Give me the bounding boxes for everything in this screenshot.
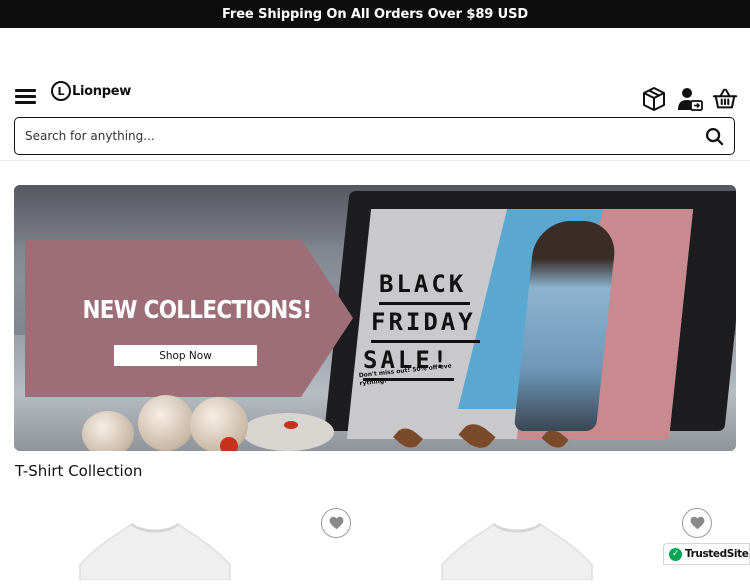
search-bar bbox=[14, 117, 735, 155]
site-logo[interactable]: L Lionpew bbox=[51, 81, 131, 101]
tomato-slice bbox=[284, 421, 298, 429]
trustedsite-badge[interactable]: ✓ TrustedSite bbox=[663, 543, 750, 565]
wishlist-heart-icon[interactable] bbox=[682, 508, 712, 538]
header-divider bbox=[0, 160, 750, 161]
announcement-text: Free Shipping On All Orders Over $89 USD bbox=[221, 6, 529, 22]
wishlist-heart-icon[interactable] bbox=[321, 508, 351, 538]
sale-line-2: FRIDAY bbox=[371, 305, 480, 343]
collection-title: T-Shirt Collection bbox=[15, 462, 143, 480]
hero-banner[interactable]: BLACK FRIDAY SALE! Don't miss out! 50% o… bbox=[14, 185, 736, 451]
site-header: L Lionpew bbox=[0, 28, 750, 116]
logo-mark: L bbox=[51, 81, 71, 101]
cart-icon[interactable] bbox=[712, 85, 738, 113]
trustedsite-label: TrustedSite bbox=[685, 548, 749, 560]
product-image-tshirt[interactable] bbox=[70, 520, 240, 581]
tomato bbox=[220, 437, 238, 451]
egg bbox=[82, 411, 134, 451]
search-input[interactable] bbox=[15, 118, 694, 154]
account-icon[interactable] bbox=[676, 85, 704, 113]
product-image-tshirt[interactable] bbox=[432, 520, 602, 581]
menu-icon[interactable] bbox=[15, 89, 36, 105]
plate bbox=[242, 413, 334, 451]
checkmark-icon: ✓ bbox=[669, 547, 682, 561]
banner-headline: NEW COLLECTIONS! bbox=[82, 295, 312, 324]
egg bbox=[190, 397, 248, 451]
search-icon[interactable] bbox=[694, 118, 734, 154]
logo-text: Lionpew bbox=[72, 83, 131, 99]
shop-now-button[interactable]: Shop Now bbox=[114, 345, 257, 366]
package-tracking-icon[interactable] bbox=[640, 85, 668, 113]
egg bbox=[138, 395, 194, 451]
announcement-bar: Free Shipping On All Orders Over $89 USD bbox=[0, 0, 750, 28]
sale-line-1: BLACK bbox=[379, 267, 471, 305]
